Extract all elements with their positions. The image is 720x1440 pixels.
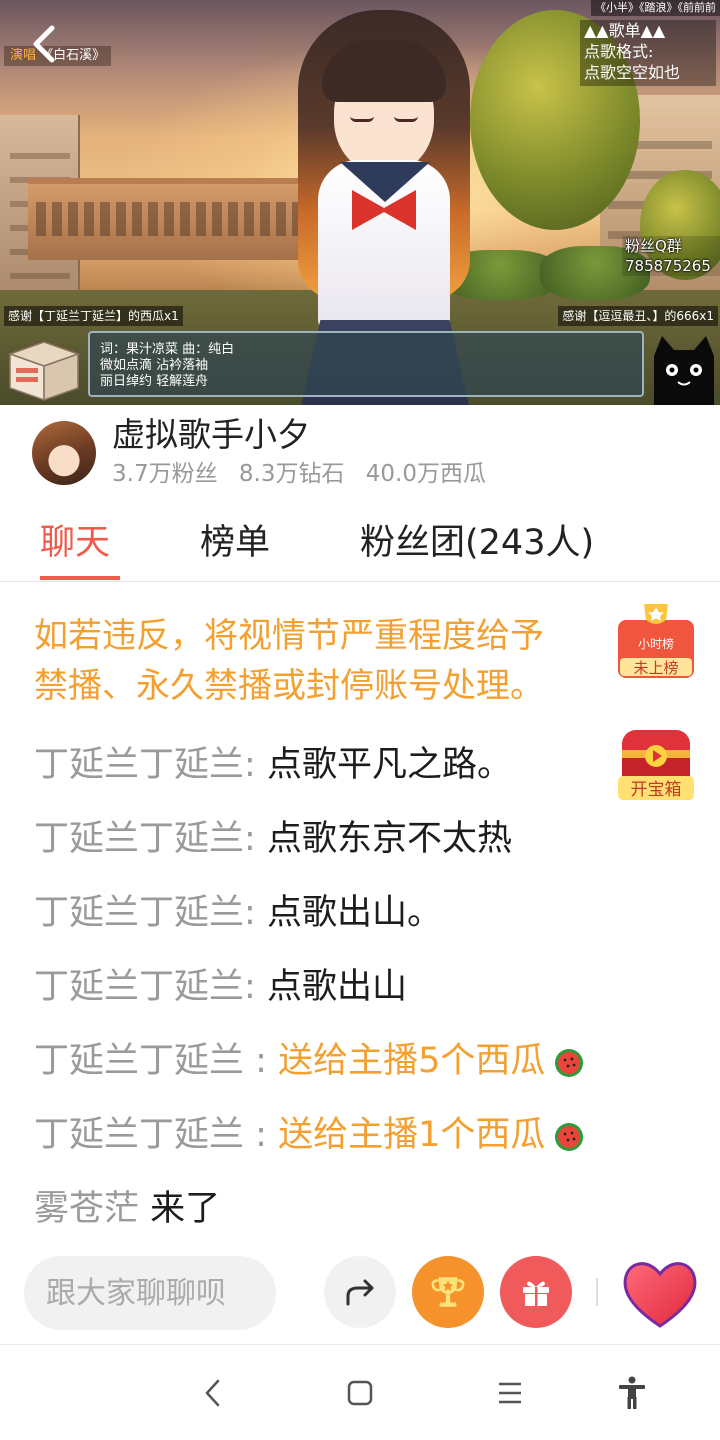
streamer-name: 虚拟歌手小夕 xyxy=(112,415,310,454)
chat-username[interactable]: 丁延兰丁延兰 xyxy=(34,819,244,859)
chat-message: 丁延兰丁延兰: 点歌平凡之路。 xyxy=(34,743,512,787)
gift-thanks-left: 感谢【丁延兰丁延兰】的西瓜x1 xyxy=(4,306,183,326)
nav-menu-button[interactable] xyxy=(490,1375,530,1411)
lyrics-line: 微如点滴 沾衿落袖 xyxy=(100,358,209,373)
fan-group-label: 粉丝Q群 xyxy=(625,237,682,255)
input-bar-divider xyxy=(596,1278,598,1306)
chat-text: 点歌出山 xyxy=(266,967,407,1007)
nav-home-button[interactable] xyxy=(340,1375,380,1411)
chat-username[interactable]: 丁延兰丁延兰 xyxy=(34,745,244,785)
chat-username[interactable]: 丁延兰丁延兰 xyxy=(34,1041,244,1081)
nav-back-button[interactable] xyxy=(194,1375,234,1411)
song-request-panel: ▲▲歌单▲▲ 点歌格式: 点歌空空如也 xyxy=(580,20,716,86)
fans-count: 3.7万粉丝 xyxy=(112,461,218,487)
ranking-button[interactable] xyxy=(412,1256,484,1328)
trophy-icon xyxy=(431,1277,465,1307)
gift-text: 送给主播5个西瓜 xyxy=(278,1041,546,1081)
chat-username[interactable]: 丁延兰丁延兰 xyxy=(34,893,244,933)
active-tab-indicator xyxy=(40,576,120,580)
tab-fan-club[interactable]: 粉丝团(243人) xyxy=(360,520,594,566)
avatar-character-eye xyxy=(394,116,418,122)
chat-separator xyxy=(139,1189,150,1229)
chat-gift-message: 丁延兰丁延兰 : 送给主播1个西瓜 xyxy=(34,1113,585,1157)
chat-separator: : xyxy=(244,745,267,785)
diamonds-count: 8.3万钻石 xyxy=(238,461,345,487)
chat-input-bar xyxy=(0,1244,720,1344)
chat-separator: : xyxy=(244,1115,279,1155)
avatar-character-eye xyxy=(350,116,374,122)
lyrics-panel: 词：果汁凉菜 曲：纯白 微如点滴 沾衿落袖 丽日绰约 轻解莲舟 xyxy=(88,331,644,397)
songlist-format: 点歌格式: xyxy=(584,42,654,61)
chat-input[interactable] xyxy=(24,1256,276,1330)
treasure-label: 开宝箱 xyxy=(631,780,682,800)
gift-button[interactable] xyxy=(500,1256,572,1328)
gift-icon xyxy=(523,1281,549,1306)
rank-badge-status: 未上榜 xyxy=(633,659,678,677)
cat-icon xyxy=(648,330,720,405)
songlist-empty: 点歌空空如也 xyxy=(584,63,681,82)
gift-thanks-right: 感谢【逗逗最丑、】的666x1 xyxy=(558,306,718,326)
fan-group-number: 785875265 xyxy=(625,257,711,275)
back-arrow-icon xyxy=(33,25,55,63)
song-ticker: 《小半》《踏浪》《前前前 xyxy=(591,0,720,16)
nav-home-icon xyxy=(347,1380,373,1406)
notice-line: 如若违反，将视情节严重程度给予 xyxy=(34,616,544,656)
chat-text: 点歌出山。 xyxy=(266,893,442,933)
chat-text: 点歌东京不太热 xyxy=(266,819,512,859)
chat-username[interactable]: 丁延兰丁延兰 xyxy=(34,967,244,1007)
chat-message: 丁延兰丁延兰: 点歌出山。 xyxy=(34,891,442,935)
notice-line: 禁播、永久禁播或封停账号处理。 xyxy=(34,666,544,706)
treasure-chest-icon: 开宝箱 xyxy=(618,730,694,800)
songlist-title: ▲▲歌单▲▲ xyxy=(584,21,666,40)
video-school-building xyxy=(28,178,310,260)
chat-gift-message: 丁延兰丁延兰 : 送给主播5个西瓜 xyxy=(34,1039,585,1083)
chat-enter-message: 雾苍茫 来了 xyxy=(34,1187,220,1231)
streamer-stats: 3.7万粉丝 8.3万钻石 40.0万西瓜 xyxy=(112,459,500,489)
tab-ranking[interactable]: 榜单 xyxy=(200,520,270,566)
hourly-rank-badge[interactable]: 小时榜 未上榜 xyxy=(616,600,696,680)
chat-text: 点歌平凡之路。 xyxy=(266,745,512,785)
chat-text: 来了 xyxy=(150,1189,221,1229)
avatar[interactable] xyxy=(32,421,96,485)
back-button[interactable] xyxy=(26,22,66,66)
nav-accessibility-button[interactable] xyxy=(612,1375,652,1411)
box-icon xyxy=(6,332,82,402)
watermelon-icon xyxy=(553,1046,585,1078)
chat-separator: : xyxy=(244,1041,279,1081)
chat-username[interactable]: 雾苍茫 xyxy=(34,1189,139,1229)
streamer-profile: 虚拟歌手小夕 3.7万粉丝 8.3万钻石 40.0万西瓜 xyxy=(0,405,720,500)
heart-icon xyxy=(623,1262,697,1328)
chat-separator: : xyxy=(244,967,267,1007)
watermelon-icon xyxy=(553,1120,585,1152)
treasure-chest-button[interactable]: 开宝箱 xyxy=(616,726,696,802)
chat-separator: : xyxy=(244,819,267,859)
accessibility-icon xyxy=(619,1376,645,1409)
chat-message: 丁延兰丁延兰: 点歌东京不太热 xyxy=(34,817,512,861)
chat-separator: : xyxy=(244,893,267,933)
trophy-icon: 小时榜 未上榜 xyxy=(618,604,694,678)
like-button[interactable] xyxy=(620,1256,700,1330)
chat-username[interactable]: 丁延兰丁延兰 xyxy=(34,1115,244,1155)
lyrics-line: 丽日绰约 轻解莲舟 xyxy=(100,374,209,389)
live-video-player[interactable]: 《小半》《踏浪》《前前前 演唱 《白石溪》 ▲▲歌单▲▲ 点歌格式: 点歌空空如… xyxy=(0,0,720,405)
avatar-character-bangs xyxy=(322,40,446,102)
rank-badge-title: 小时榜 xyxy=(638,636,674,651)
share-icon xyxy=(346,1279,374,1306)
lyrics-credits: 词：果汁凉菜 曲：纯白 xyxy=(100,342,235,357)
chat-message: 丁延兰丁延兰: 点歌出山 xyxy=(34,965,407,1009)
share-button[interactable] xyxy=(324,1256,396,1328)
system-navigation-bar xyxy=(0,1344,720,1440)
tab-chat[interactable]: 聊天 xyxy=(40,520,110,566)
melons-count: 40.0万西瓜 xyxy=(365,461,486,487)
gift-text: 送给主播1个西瓜 xyxy=(278,1115,546,1155)
tab-bar: 聊天 榜单 粉丝团(243人) xyxy=(0,500,720,582)
platform-notice: 如若违反，将视情节严重程度给予 禁播、永久禁播或封停账号处理。 xyxy=(34,611,694,711)
nav-menu-icon xyxy=(499,1382,521,1404)
fan-group-info: 粉丝Q群 785875265 xyxy=(622,236,720,276)
nav-back-icon xyxy=(205,1379,220,1407)
chat-feed[interactable]: 如若违反，将视情节严重程度给予 禁播、永久禁播或封停账号处理。 丁延兰丁延兰: … xyxy=(0,583,720,1243)
